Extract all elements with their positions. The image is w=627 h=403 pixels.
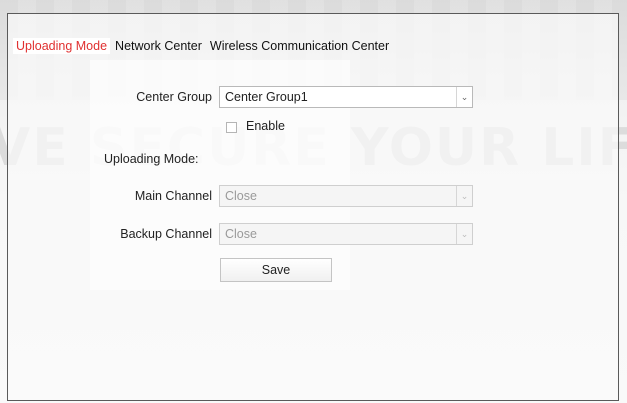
app-screen: VE SECURE YOUR LIFE Uploading Mode Netwo…	[0, 0, 627, 403]
tab-bar: Uploading Mode Network Center Wireless C…	[13, 36, 397, 56]
enable-checkbox[interactable]	[226, 122, 237, 133]
enable-label: Enable	[246, 119, 285, 133]
main-channel-select[interactable]: Close ⌄	[219, 185, 473, 207]
tab-network-center[interactable]: Network Center	[115, 39, 205, 53]
center-group-select[interactable]: Center Group1 ⌄	[219, 86, 473, 108]
chevron-down-icon[interactable]: ⌄	[456, 186, 472, 206]
tab-uploading-mode[interactable]: Uploading Mode	[13, 38, 111, 54]
center-group-value: Center Group1	[225, 90, 308, 104]
chevron-down-icon[interactable]: ⌄	[456, 87, 472, 107]
center-group-label: Center Group	[136, 90, 212, 104]
backup-channel-value: Close	[225, 227, 257, 241]
uploading-mode-label: Uploading Mode:	[104, 152, 199, 166]
chevron-down-icon[interactable]: ⌄	[456, 224, 472, 244]
main-channel-label: Main Channel	[134, 189, 212, 203]
backup-channel-label: Backup Channel	[120, 227, 212, 241]
save-button[interactable]: Save	[220, 258, 332, 282]
main-channel-value: Close	[225, 189, 257, 203]
tab-wireless-communication-center[interactable]: Wireless Communication Center	[210, 39, 392, 53]
backup-channel-select[interactable]: Close ⌄	[219, 223, 473, 245]
